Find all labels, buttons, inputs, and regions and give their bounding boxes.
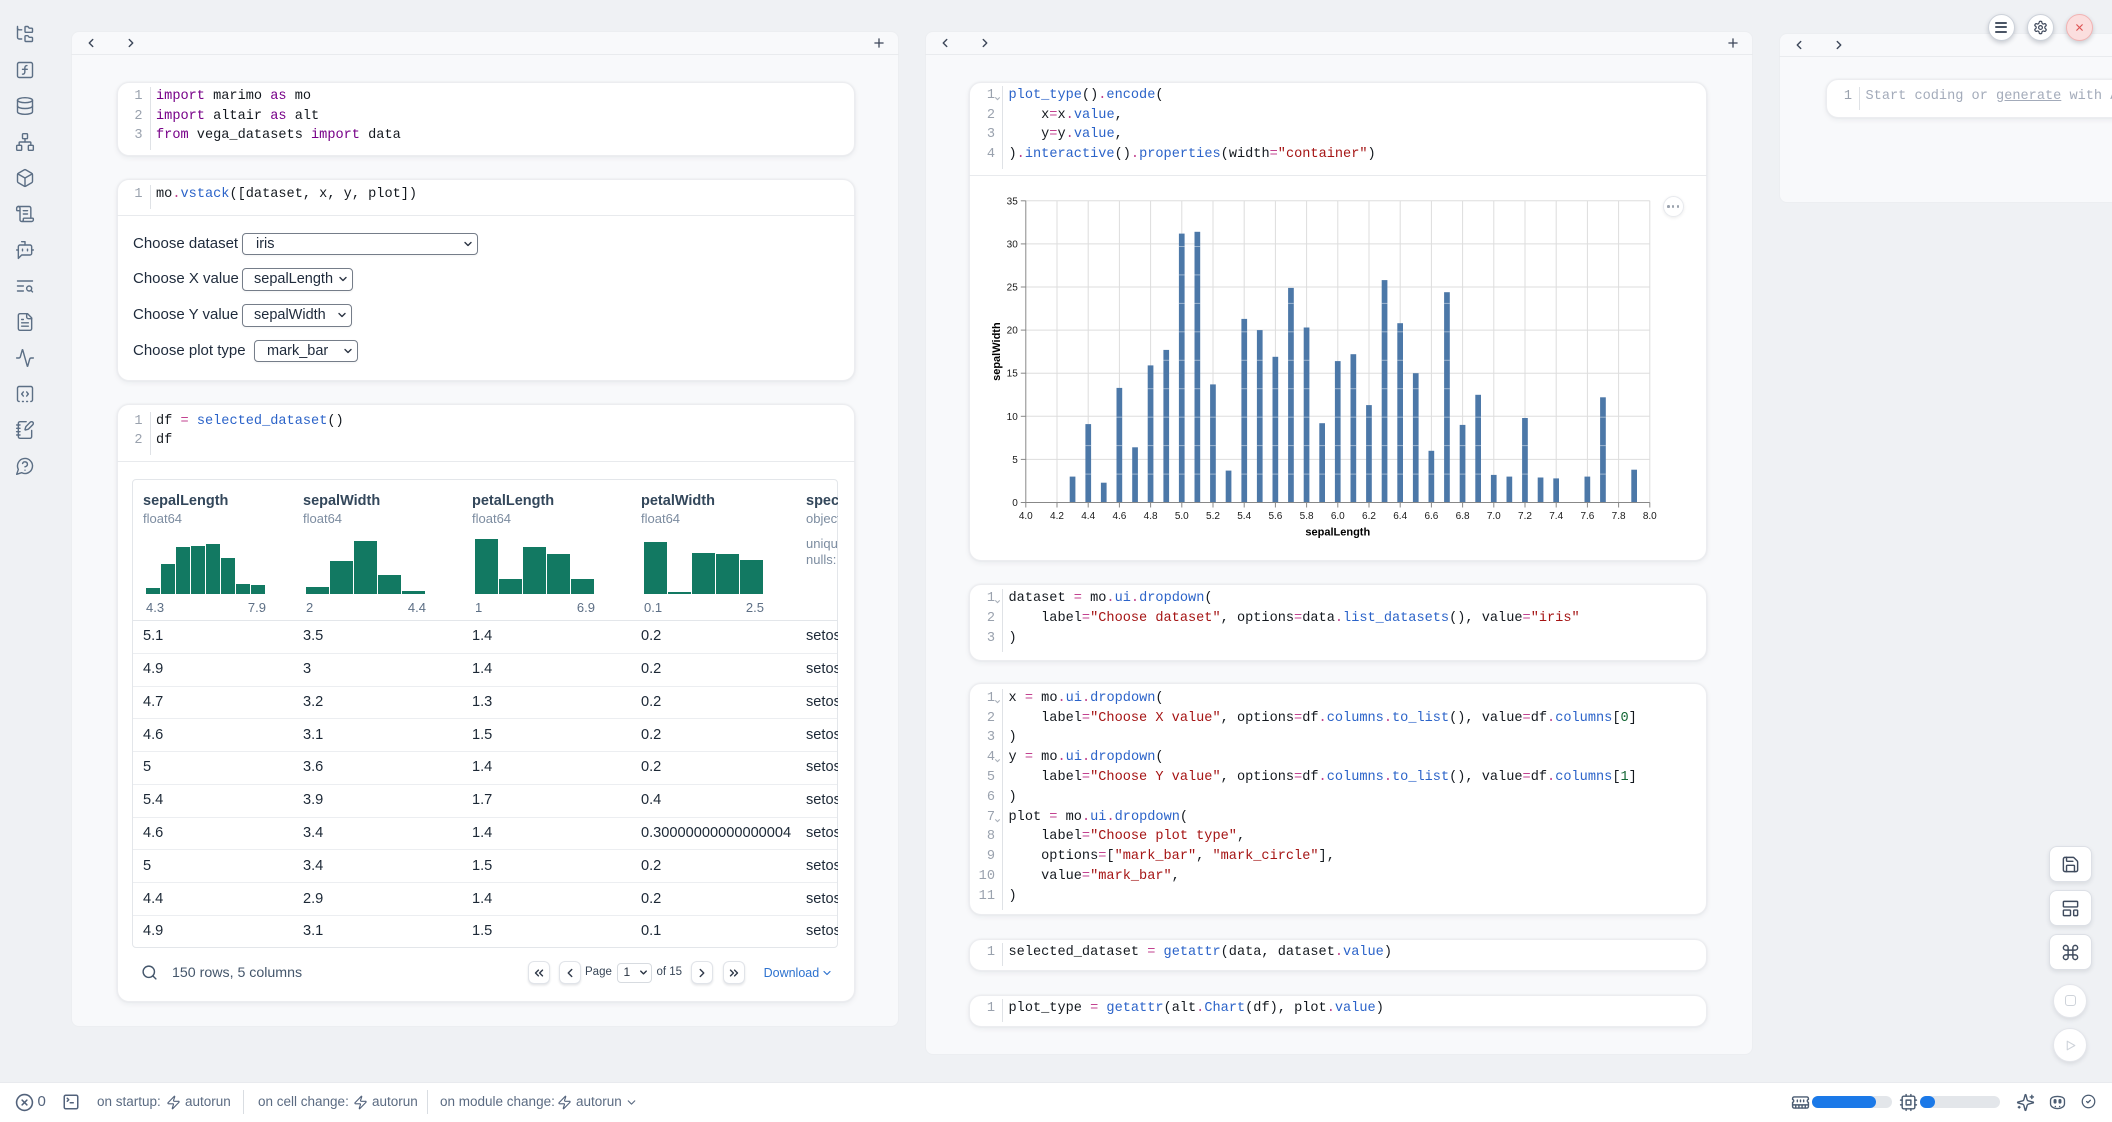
svg-text:5.6: 5.6 (1268, 511, 1282, 522)
svg-text:6.2: 6.2 (1362, 511, 1376, 522)
svg-text:5: 5 (1012, 455, 1018, 466)
svg-text:5.8: 5.8 (1300, 511, 1314, 522)
svg-text:7.2: 7.2 (1518, 511, 1532, 522)
svg-text:5.0: 5.0 (1175, 511, 1189, 522)
svg-text:7.4: 7.4 (1549, 511, 1563, 522)
svg-text:4.8: 4.8 (1144, 511, 1158, 522)
svg-text:7.6: 7.6 (1580, 511, 1594, 522)
svg-text:6.8: 6.8 (1456, 511, 1470, 522)
svg-text:8.0: 8.0 (1643, 511, 1657, 522)
svg-text:5.4: 5.4 (1237, 511, 1251, 522)
svg-text:4.4: 4.4 (1081, 511, 1095, 522)
svg-text:5.2: 5.2 (1206, 511, 1220, 522)
svg-text:35: 35 (1007, 196, 1019, 207)
svg-text:0: 0 (1012, 498, 1018, 509)
svg-text:6.0: 6.0 (1331, 511, 1345, 522)
svg-text:15: 15 (1007, 369, 1019, 380)
svg-text:sepalLength: sepalLength (1305, 527, 1370, 539)
svg-text:25: 25 (1007, 283, 1019, 294)
svg-text:4.2: 4.2 (1050, 511, 1064, 522)
svg-text:7.8: 7.8 (1612, 511, 1626, 522)
svg-text:sepalWidth: sepalWidth (991, 322, 1003, 381)
svg-text:20: 20 (1007, 326, 1019, 337)
svg-text:7.0: 7.0 (1487, 511, 1501, 522)
svg-text:30: 30 (1007, 239, 1019, 250)
svg-text:6.4: 6.4 (1393, 511, 1407, 522)
svg-text:10: 10 (1007, 412, 1019, 423)
svg-text:6.6: 6.6 (1424, 511, 1438, 522)
svg-text:4.0: 4.0 (1019, 511, 1033, 522)
svg-text:4.6: 4.6 (1112, 511, 1126, 522)
